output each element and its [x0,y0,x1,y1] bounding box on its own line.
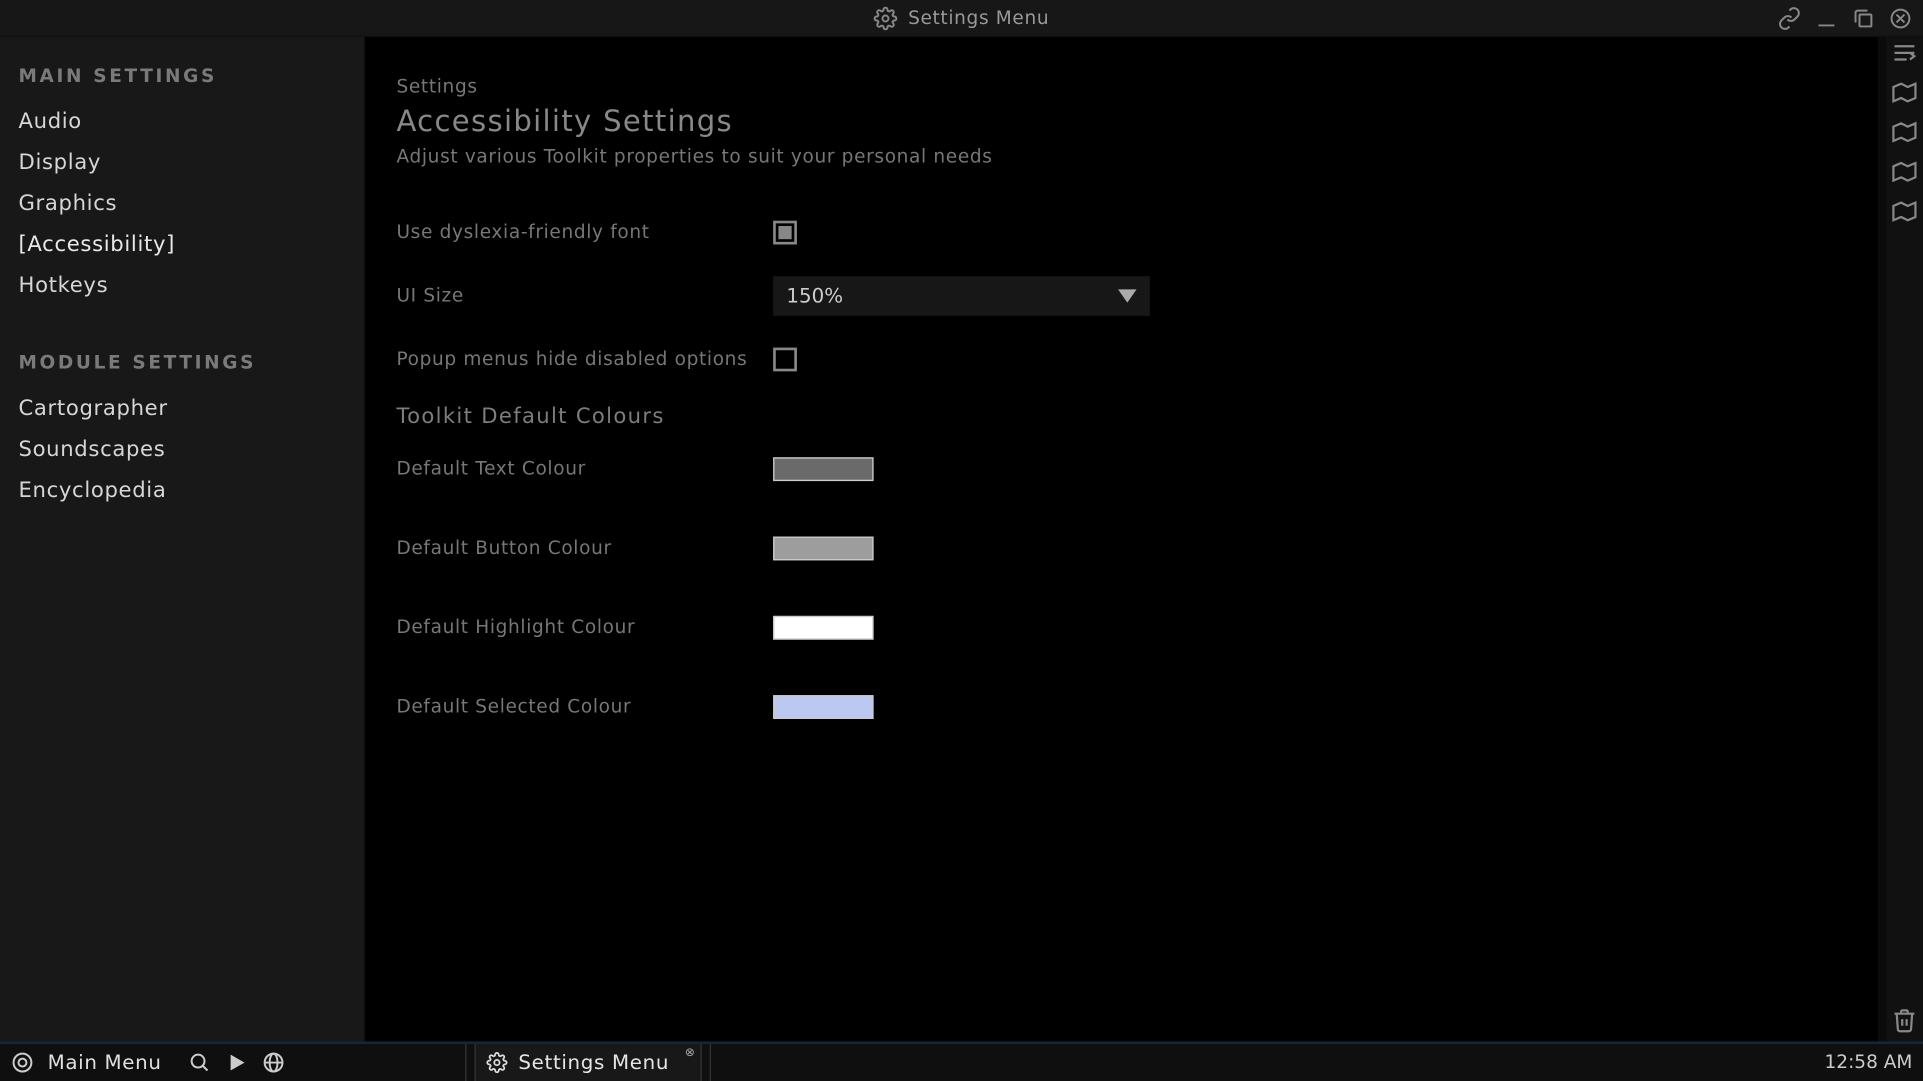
caret-down-icon [1118,289,1137,302]
page-subtitle: Adjust various Toolkit properties to sui… [396,147,1854,168]
ui-size-select[interactable]: 150% [773,276,1150,316]
map-icon[interactable] [1891,79,1917,105]
page-title: Accessibility Settings [396,106,1854,139]
map-icon[interactable] [1891,119,1917,145]
default-text-colour-swatch[interactable] [773,457,873,481]
play-icon[interactable] [225,1051,249,1075]
default-button-colour-swatch[interactable] [773,537,873,561]
default-highlight-colour-swatch[interactable] [773,616,873,640]
sidebar-section-module: MODULE SETTINGS [0,342,365,387]
window-title: Settings Menu [908,7,1049,28]
sidebar-item-soundscapes[interactable]: Soundscapes [0,428,365,469]
dyslexia-font-checkbox[interactable] [773,221,797,245]
maximize-icon[interactable] [1852,6,1876,30]
toggle-panel-icon[interactable] [1891,40,1917,66]
popup-hide-disabled-label: Popup menus hide disabled options [396,349,773,370]
minimize-icon[interactable] [1815,6,1839,30]
taskbar: Main Menu Settings Menu ⊗ 12:58 AM [0,1041,1923,1081]
map-icon[interactable] [1891,198,1917,224]
sidebar-item-accessibility[interactable]: [Accessibility] [0,223,365,264]
sidebar-item-audio[interactable]: Audio [0,100,365,141]
popup-hide-disabled-checkbox[interactable] [773,348,797,372]
sidebar-item-display[interactable]: Display [0,141,365,182]
sidebar-item-encyclopedia[interactable]: Encyclopedia [0,469,365,510]
sidebar-item-cartographer[interactable]: Cartographer [0,387,365,428]
right-tool-panel [1886,37,1923,1041]
dyslexia-font-label: Use dyslexia-friendly font [396,222,773,243]
search-icon[interactable] [188,1051,212,1075]
main-menu-button[interactable]: Main Menu [48,1051,162,1075]
sidebar-item-hotkeys[interactable]: Hotkeys [0,264,365,305]
map-icon[interactable] [1891,159,1917,185]
default-selected-colour-swatch[interactable] [773,695,873,719]
globe-icon[interactable] [262,1051,286,1075]
main-content: Settings Accessibility Settings Adjust v… [365,37,1886,1041]
main-menu-icon[interactable] [11,1051,35,1075]
taskbar-task-settings[interactable]: Settings Menu ⊗ [475,1044,702,1081]
taskbar-clock: 12:58 AM [1825,1052,1913,1073]
default-selected-colour-label: Default Selected Colour [396,696,773,717]
scrollbar[interactable] [1878,37,1886,1041]
toolkit-colours-title: Toolkit Default Colours [396,403,1854,428]
titlebar: Settings Menu [0,0,1923,37]
breadcrumb: Settings [396,77,1854,98]
default-highlight-colour-label: Default Highlight Colour [396,617,773,638]
taskbar-task-label: Settings Menu [518,1051,669,1075]
default-text-colour-label: Default Text Colour [396,459,773,480]
ui-size-label: UI Size [396,285,773,306]
sidebar: MAIN SETTINGS Audio Display Graphics [Ac… [0,37,365,1041]
gear-icon [874,6,898,30]
trash-icon[interactable] [1891,1007,1917,1033]
close-icon[interactable] [1889,6,1913,30]
sidebar-section-main: MAIN SETTINGS [0,56,365,101]
sidebar-item-graphics[interactable]: Graphics [0,182,365,223]
gear-icon [487,1052,508,1073]
default-button-colour-label: Default Button Colour [396,538,773,559]
link-icon[interactable] [1778,6,1802,30]
ui-size-value: 150% [786,284,843,308]
task-close-icon[interactable]: ⊗ [685,1047,696,1060]
